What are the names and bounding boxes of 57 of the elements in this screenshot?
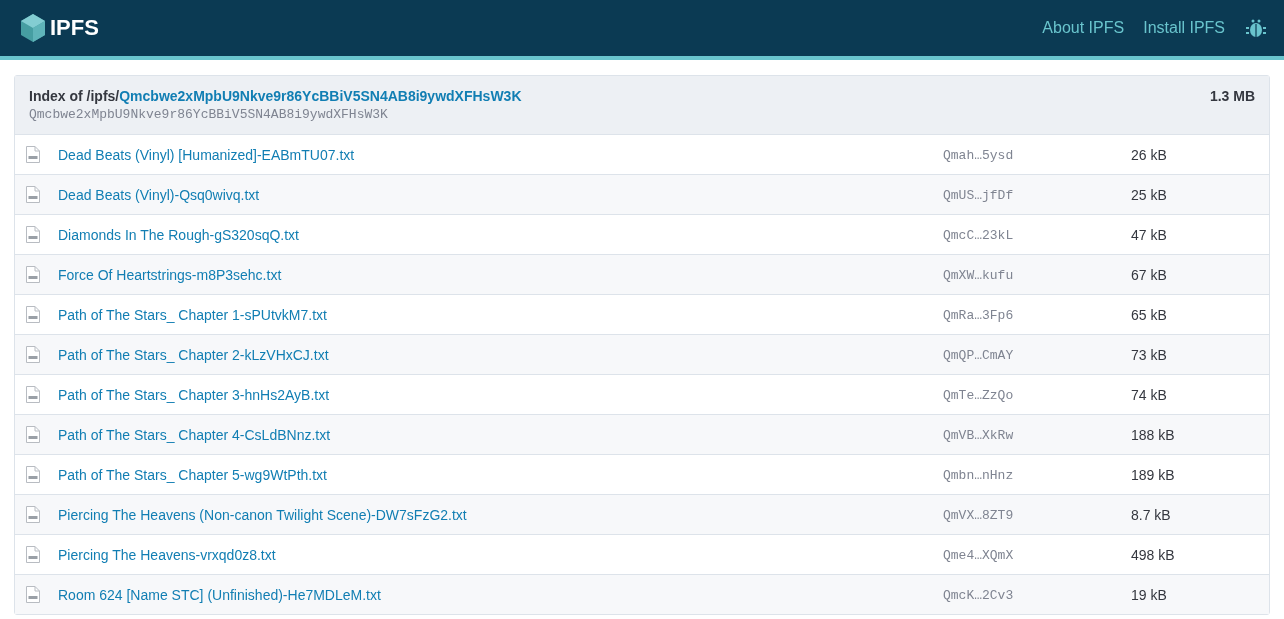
nav-link[interactable]: Install IPFS [1143,19,1225,37]
file-link[interactable]: Piercing The Heavens (Non-canon Twilight Scene)-DW7sFzG2.txt [58,506,943,523]
text-file-icon [26,386,40,403]
file-size: 8.7 kB [1131,506,1171,523]
file-hash-link[interactable]: QmcC…23kL [943,228,1014,243]
file-hash-link[interactable]: QmQP…CmAY [943,348,1014,363]
file-hash-link[interactable]: Qmbn…nHnz [943,468,1014,483]
text-file-icon [26,506,40,523]
text-file-icon [26,346,40,363]
index-title: Index of /ipfs/ [29,88,120,104]
file-link[interactable]: Force Of Heartstrings-m8P3sehc.txt [58,266,943,283]
file-size: 188 kB [1131,426,1175,443]
file-link[interactable]: Path of The Stars_ Chapter 4-CsLdBNnz.txt [58,426,943,443]
file-size: 25 kB [1131,186,1167,203]
text-file-icon [26,146,40,163]
file-link[interactable]: Path of The Stars_ Chapter 1-sPUtvkM7.txt [58,306,943,323]
file-link[interactable]: Dead Beats (Vinyl)-Qsq0wivq.txt [58,186,943,203]
file-hash-link[interactable]: Qmah…5ysd [943,148,1014,163]
file-link[interactable]: Path of The Stars_ Chapter 2-kLzVHxCJ.txt [58,346,943,363]
file-link[interactable]: Path of The Stars_ Chapter 5-wg9WtPth.txt [58,466,943,483]
file-size: 19 kB [1131,586,1167,603]
file-size: 67 kB [1131,266,1167,283]
cube-icon[interactable] [20,13,46,43]
text-file-icon [26,186,40,203]
file-hash-link[interactable]: QmTe…ZzQo [943,388,1014,403]
root-hash-link[interactable]: Qmcbwe2xMpbU9Nkve9r86YcBBiV5SN4AB8i9ywdXFHsW3K [119,88,522,104]
file-size: 498 kB [1131,546,1175,563]
text-file-icon [26,306,40,323]
file-size: 26 kB [1131,146,1167,163]
text-file-icon [26,466,40,483]
file-link[interactable]: Diamonds In The Rough-gS320sqQ.txt [58,226,943,243]
file-size: 73 kB [1131,346,1167,363]
text-file-icon [26,546,40,563]
file-link[interactable]: Dead Beats (Vinyl) [Humanized]-EABmTU07.txt [58,146,943,163]
file-size: 74 kB [1131,386,1167,403]
file-hash-link[interactable]: QmVB…XkRw [943,428,1014,443]
file-hash-link[interactable]: QmVX…8ZT9 [943,508,1014,523]
file-size: 65 kB [1131,306,1167,323]
root-hash: Qmcbwe2xMpbU9Nkve9r86YcBBiV5SN4AB8i9ywdXFHsW3K [29,107,389,122]
file-size: 189 kB [1131,466,1175,483]
file-link[interactable]: Piercing The Heavens-vrxqd0z8.txt [58,546,943,563]
file-hash-link[interactable]: Qme4…XQmX [943,548,1014,563]
text-file-icon [26,226,40,243]
nav-link[interactable]: About IPFS [1042,19,1125,37]
bug-icon[interactable] [1246,18,1266,38]
text-file-icon [26,266,40,283]
file-hash-link[interactable]: QmcK…2Cv3 [943,588,1014,603]
text-file-icon [26,426,40,443]
text-file-icon [26,586,40,603]
file-hash-link[interactable]: QmUS…jfDf [943,188,1014,203]
file-hash-link[interactable]: QmRa…3Fp6 [943,308,1014,323]
total-size: 1.3 MB [1209,88,1255,106]
file-size: 47 kB [1131,226,1167,243]
file-hash-link[interactable]: QmXW…kufu [943,268,1014,283]
file-link[interactable]: Path of The Stars_ Chapter 3-hnHs2AyB.txt [58,386,943,403]
logo-text[interactable]: IPFS [50,15,99,41]
file-link[interactable]: Room 624 [Name STC] (Unfinished)-He7MDLeM.txt [58,586,943,603]
